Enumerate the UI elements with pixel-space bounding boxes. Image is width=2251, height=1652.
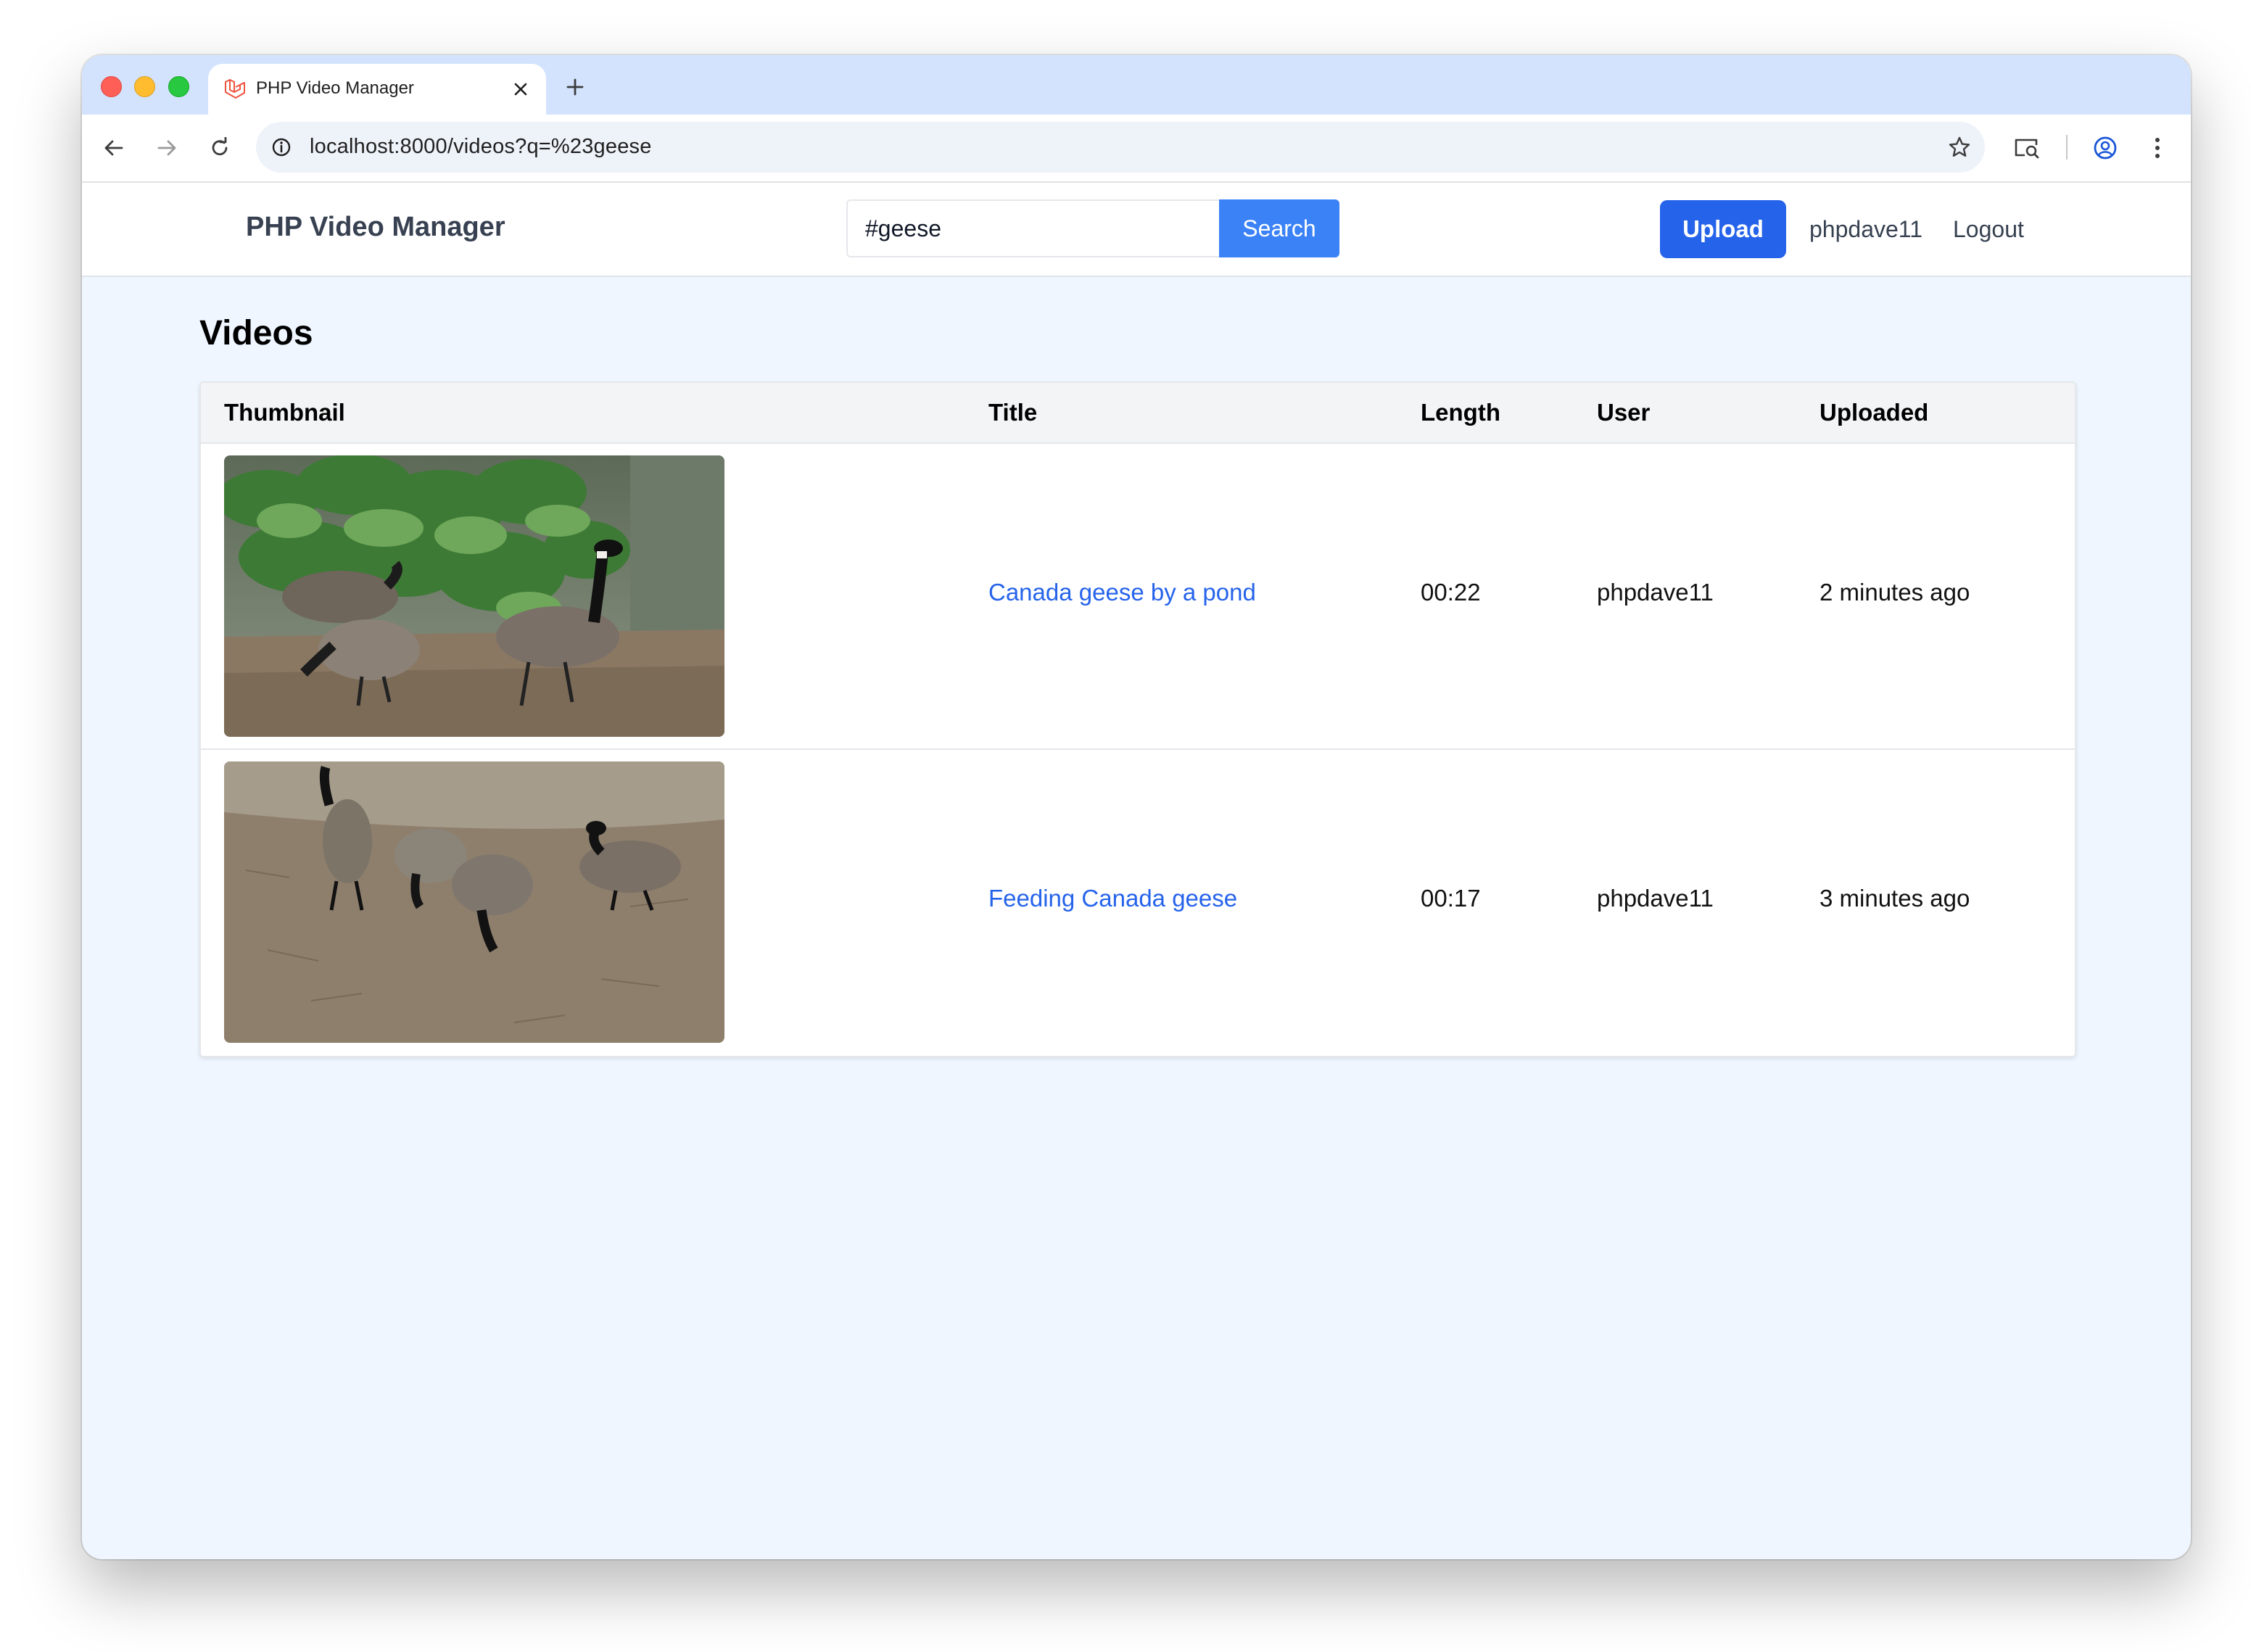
maximize-window-button[interactable] — [168, 76, 189, 97]
column-header-title: Title — [988, 399, 1038, 426]
close-window-button[interactable] — [101, 76, 122, 97]
video-user: phpdave11 — [1597, 579, 1714, 606]
plus-icon[interactable] — [561, 73, 590, 102]
tab-strip: PHP Video Manager — [82, 55, 2191, 115]
arrow-left-icon[interactable] — [96, 131, 131, 165]
url-text[interactable]: localhost:8000/videos?q=%23geese — [310, 135, 652, 159]
browser-toolbar: localhost:8000/videos?q=%23geese — [82, 115, 2191, 183]
close-icon[interactable] — [508, 77, 533, 102]
address-bar[interactable]: localhost:8000/videos?q=%23geese — [256, 122, 1985, 173]
video-uploaded: 2 minutes ago — [1820, 579, 1970, 606]
video-thumbnail[interactable] — [224, 455, 724, 737]
tab-title: PHP Video Manager — [256, 78, 414, 98]
browser-tab[interactable]: PHP Video Manager — [208, 64, 546, 115]
column-header-uploaded: Uploaded — [1820, 399, 1929, 426]
video-length: 00:17 — [1421, 885, 1481, 912]
videos-table: Thumbnail Title Length User Uploaded Can… — [199, 381, 2076, 1057]
video-user: phpdave11 — [1597, 885, 1714, 912]
video-uploaded: 3 minutes ago — [1820, 885, 1970, 912]
column-header-length: Length — [1421, 399, 1500, 426]
kebab-menu-icon[interactable] — [2140, 131, 2175, 165]
video-title-link[interactable]: Feeding Canada geese — [988, 885, 1237, 912]
laravel-logo-icon — [223, 78, 247, 102]
upload-button[interactable]: Upload — [1660, 200, 1786, 258]
search-button[interactable]: Search — [1219, 199, 1339, 257]
search-input[interactable] — [846, 199, 1219, 257]
app-header: PHP Video Manager Search Upload phpdave1… — [82, 183, 2191, 277]
video-thumbnail[interactable] — [224, 761, 724, 1043]
star-icon[interactable] — [1944, 132, 1975, 162]
reload-icon[interactable] — [202, 131, 237, 165]
profile-icon[interactable] — [2088, 131, 2123, 165]
username-link[interactable]: phpdave11 — [1809, 216, 1922, 243]
page-title: Videos — [199, 314, 313, 352]
toolbar-divider — [2066, 135, 2068, 160]
info-circle-icon[interactable] — [268, 133, 295, 161]
column-header-user: User — [1597, 399, 1651, 426]
search-screen-icon[interactable] — [2010, 131, 2044, 165]
brand-title[interactable]: PHP Video Manager — [246, 212, 505, 243]
search-form: Search — [846, 199, 1339, 260]
table-row: Feeding Canada geese 00:17 phpdave11 3 m… — [201, 750, 2075, 1054]
table-row: Canada geese by a pond 00:22 phpdave11 2… — [201, 444, 2075, 750]
logout-link[interactable]: Logout — [1953, 216, 2024, 243]
column-header-thumbnail: Thumbnail — [224, 399, 345, 426]
arrow-right-icon[interactable] — [149, 131, 184, 165]
minimize-window-button[interactable] — [134, 76, 155, 97]
video-title-link[interactable]: Canada geese by a pond — [988, 579, 1256, 606]
browser-window: PHP Video Manager localhost:8000/videos?… — [82, 55, 2191, 1559]
video-length: 00:22 — [1421, 579, 1481, 606]
table-header: Thumbnail Title Length User Uploaded — [201, 383, 2075, 444]
